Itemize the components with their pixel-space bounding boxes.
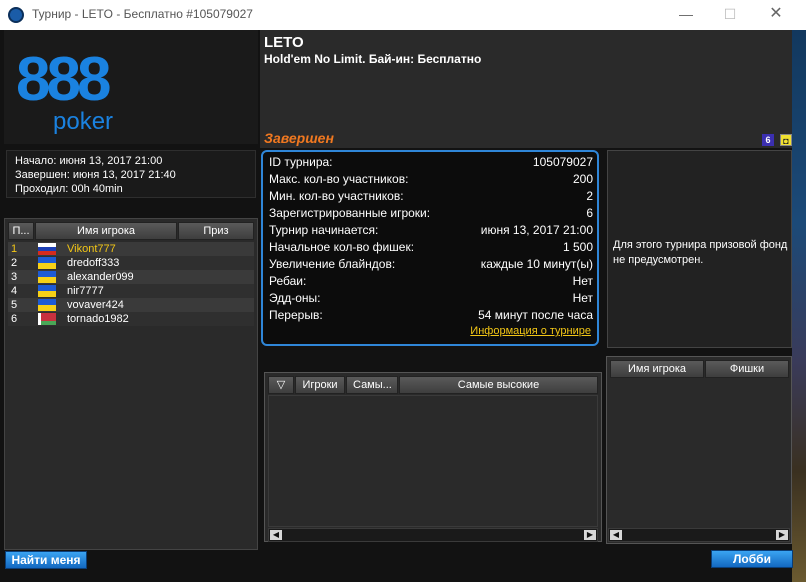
table-players-list: Имя игрока Фишки ◀ ▶ — [606, 356, 792, 544]
window-title: Турнир - LETO - Бесплатно #105079027 — [32, 7, 253, 21]
scroll-right-icon[interactable]: ▶ — [776, 530, 788, 540]
tournament-status: Завершен — [264, 130, 334, 146]
info-value: Нет — [572, 291, 593, 305]
info-label: Ребаи: — [269, 274, 307, 288]
info-label: Увеличение блайндов: — [269, 257, 396, 271]
horizontal-scrollbar[interactable]: ◀ ▶ — [268, 528, 598, 542]
info-row: Турнир начинается: июня 13, 2017 21:00 — [269, 222, 593, 239]
ukraine-flag-icon — [38, 257, 56, 269]
info-row: Начальное кол-во фишек: 1 500 — [269, 239, 593, 256]
maximize-button[interactable]: ☐ — [710, 3, 750, 25]
six-max-icon: 6 — [762, 134, 774, 146]
logo-word: poker — [53, 108, 114, 135]
belarus-flag-icon — [38, 313, 56, 325]
game-type: Hold'em No Limit. Бай-ин: Бесплатно — [264, 52, 482, 66]
info-label: Эдд-оны: — [269, 291, 321, 305]
info-label: ID турнира: — [269, 155, 333, 169]
tables-list-body — [268, 395, 598, 527]
info-row: Ребаи: Нет — [269, 273, 593, 290]
player-name: alexander099 — [67, 271, 134, 283]
info-value: 1 500 — [562, 240, 593, 254]
ukraine-flag-icon — [38, 299, 56, 311]
player-name: Vikont777 — [67, 243, 116, 255]
info-value: Нет — [572, 274, 593, 288]
window-titlebar: Турнир - LETO - Бесплатно #105079027 — ☐… — [0, 0, 806, 30]
info-row: Зарегистрированные игроки: 6 — [269, 205, 593, 222]
info-row: Макс. кол-во участников: 200 — [269, 171, 593, 188]
duration: Проходил: 00h 40min — [15, 183, 123, 195]
tournament-info-panel: ID турнира: 105079027 Макс. кол-во участ… — [261, 150, 599, 346]
column-header-chips[interactable]: Фишки — [705, 360, 789, 378]
player-position: 3 — [11, 271, 18, 283]
tournament-info-link[interactable]: Информация о турнире — [470, 325, 591, 337]
prize-pool-panel: Для этого турнира призовой фонд не преду… — [607, 150, 792, 348]
scroll-left-icon[interactable]: ◀ — [270, 530, 282, 540]
info-value: 54 минут после часа — [478, 308, 593, 322]
info-label: Зарегистрированные игроки: — [269, 206, 431, 220]
info-row: Мин. кол-во участников: 2 — [269, 188, 593, 205]
column-header-min-stack[interactable]: Самы... — [346, 376, 398, 394]
lobby-button[interactable]: Лобби — [711, 550, 793, 568]
info-label: Перерыв: — [269, 308, 323, 322]
prize-pool-text: Для этого турнира призовой фонд не преду… — [613, 239, 788, 266]
column-header-player-name[interactable]: Имя игрока — [35, 222, 177, 240]
find-me-button[interactable]: Найти меня — [5, 551, 87, 569]
column-header-players[interactable]: Игроки — [295, 376, 345, 394]
table-row[interactable]: 6 tornado1982 — [8, 312, 254, 326]
logo-digits: 888 — [16, 45, 111, 114]
desktop-background — [792, 30, 806, 582]
tables-list: ▽ Игроки Самы... Самые высокие ◀ ▶ — [264, 372, 602, 542]
app-icon — [8, 7, 24, 23]
info-row: ID турнира: 105079027 — [269, 154, 593, 171]
start-time: Начало: июня 13, 2017 21:00 — [15, 155, 163, 167]
player-name: nir7777 — [67, 285, 104, 297]
tournament-header: LETO Hold'em No Limit. Бай-ин: Бесплатно… — [260, 30, 792, 148]
info-value: 200 — [572, 172, 593, 186]
end-time: Завершен: июня 13, 2017 21:40 — [15, 169, 176, 181]
player-name: tornado1982 — [67, 313, 129, 325]
table-row[interactable]: 4 nir7777 — [8, 284, 254, 298]
player-position: 5 — [11, 299, 18, 311]
table-row[interactable]: 1 Vikont777 — [8, 242, 254, 256]
close-button[interactable]: ✕ — [756, 3, 796, 25]
player-position: 6 — [11, 313, 18, 325]
sort-icon[interactable]: ▽ — [268, 376, 294, 394]
info-label: Турнир начинается: — [269, 223, 379, 237]
player-name: dredoff333 — [67, 257, 120, 269]
column-header-position[interactable]: П... — [8, 222, 34, 240]
player-position: 4 — [11, 285, 18, 297]
info-label: Начальное кол-во фишек: — [269, 240, 415, 254]
info-value: июня 13, 2017 21:00 — [480, 223, 593, 237]
info-label: Макс. кол-во участников: — [269, 172, 409, 186]
minimize-button[interactable]: — — [666, 3, 706, 25]
column-header-prize[interactable]: Приз — [178, 222, 254, 240]
info-row: Перерыв: 54 минут после часа — [269, 307, 593, 324]
info-value: 2 — [586, 189, 593, 203]
table-row[interactable]: 2 dredoff333 — [8, 256, 254, 270]
info-value: каждые 10 минут(ы) — [480, 257, 593, 271]
player-position: 1 — [11, 243, 18, 255]
logo-panel: 888 poker — [4, 30, 258, 144]
info-row: Увеличение блайндов: каждые 10 минут(ы) — [269, 256, 593, 273]
tournament-type-icon: ◘ — [780, 134, 792, 146]
info-value: 105079027 — [532, 155, 593, 169]
tournament-name: LETO — [264, 34, 304, 51]
scroll-left-icon[interactable]: ◀ — [610, 530, 622, 540]
info-value: 6 — [586, 206, 593, 220]
player-position: 2 — [11, 257, 18, 269]
ukraine-flag-icon — [38, 271, 56, 283]
column-header-player-name[interactable]: Имя игрока — [610, 360, 704, 378]
table-row[interactable]: 5 vovaver424 — [8, 298, 254, 312]
ukraine-flag-icon — [38, 285, 56, 297]
table-row[interactable]: 3 alexander099 — [8, 270, 254, 284]
players-list: П... Имя игрока Приз 1 Vikont777 2 dredo… — [4, 218, 258, 550]
scroll-right-icon[interactable]: ▶ — [584, 530, 596, 540]
tournament-times: Начало: июня 13, 2017 21:00 Завершен: ию… — [6, 150, 256, 198]
russia-flag-icon — [38, 243, 56, 255]
info-row: Эдд-оны: Нет — [269, 290, 593, 307]
info-label: Мин. кол-во участников: — [269, 189, 404, 203]
column-header-max-stack[interactable]: Самые высокие — [399, 376, 598, 394]
player-name: vovaver424 — [67, 299, 124, 311]
horizontal-scrollbar[interactable]: ◀ ▶ — [608, 528, 790, 542]
